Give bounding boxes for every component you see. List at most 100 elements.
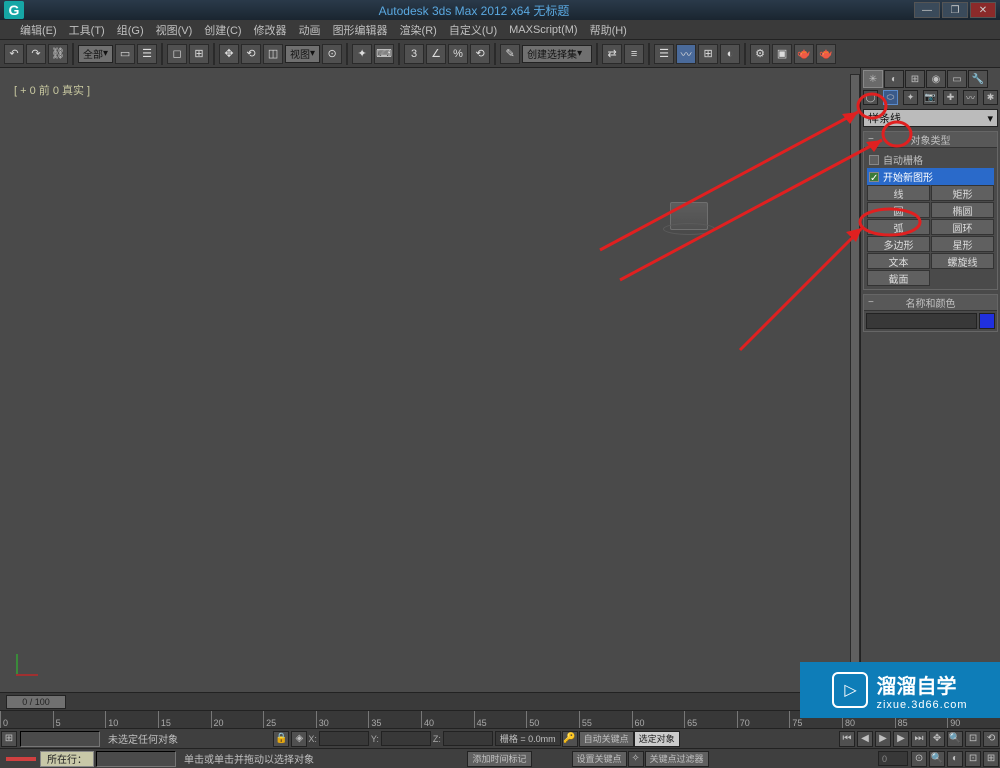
object-type-button[interactable]: 文本 [867,253,930,269]
geometry-icon[interactable]: ◯ [863,90,878,105]
render-prod-button[interactable]: 🫖 [816,44,836,64]
material-editor-button[interactable]: ◐ [720,44,740,64]
redo-button[interactable]: ↷ [26,44,46,64]
rollout-header[interactable]: 对象类型 [864,132,997,148]
lock-icon[interactable]: 🔒 [273,731,289,747]
viewport-label[interactable]: [ + 0 前 0 真实 ] [14,82,850,98]
isolate-icon[interactable]: ◈ [291,731,307,747]
rollout-header[interactable]: 名称和颜色 [864,295,997,311]
nav-max-icon[interactable]: ⊡ [965,751,981,767]
object-color-swatch[interactable] [979,313,995,329]
menu-item[interactable]: MAXScript(M) [509,24,577,36]
snap-button[interactable]: 3 [404,44,424,64]
maximize-button[interactable]: ❐ [942,2,968,18]
select-button[interactable]: ▭ [115,44,135,64]
render-frame-button[interactable]: ▣ [772,44,792,64]
menu-item[interactable]: 自定义(U) [449,22,497,38]
key-icon[interactable]: 🔑 [562,731,578,747]
keymode-button[interactable]: ⌨ [374,44,394,64]
object-type-button[interactable]: 多边形 [867,236,930,252]
viewport-scrollbar-v[interactable] [850,74,860,682]
viewport[interactable]: [ + 0 前 0 真实 ] [6,74,858,686]
menu-item[interactable]: 编辑(E) [20,22,57,38]
playback-play-icon[interactable]: ▶ [875,731,891,747]
motion-tab[interactable]: ◉ [926,70,946,88]
sel-set-combo[interactable]: 选定对象 [634,731,680,747]
hierarchy-tab[interactable]: ⊞ [905,70,925,88]
nav-fov-icon[interactable]: ◐ [947,751,963,767]
curve-editor-button[interactable]: 〰 [676,44,696,64]
create-tab[interactable]: ✳ [863,70,883,88]
render-button[interactable]: 🫖 [794,44,814,64]
z-field[interactable] [443,731,493,746]
scale-button[interactable]: ◫ [263,44,283,64]
key-mode-icon[interactable]: ✧ [628,751,644,767]
layers-button[interactable]: ☰ [654,44,674,64]
playback-end-icon[interactable]: ⏭ [911,731,927,747]
nav-orbit-icon[interactable]: ⟲ [983,731,999,747]
nav-zoom2-icon[interactable]: 🔍 [929,751,945,767]
cameras-icon[interactable]: 📷 [923,90,938,105]
rect-select-button[interactable]: ◻ [167,44,187,64]
object-type-button[interactable]: 螺旋线 [931,253,994,269]
nav-region-icon[interactable]: ⊡ [965,731,981,747]
named-sel-combo[interactable]: 创建选择集 ▾ [522,45,592,63]
lights-icon[interactable]: ✦ [903,90,918,105]
nav-max2-icon[interactable]: ⊞ [983,751,999,767]
y-field[interactable] [381,731,431,746]
object-type-button[interactable]: 线 [867,185,930,201]
close-button[interactable]: ✕ [970,2,996,18]
time-handle[interactable]: 0 / 100 [6,695,66,709]
object-name-input[interactable] [866,313,977,329]
rotate-button[interactable]: ⟲ [241,44,261,64]
menu-item[interactable]: 视图(V) [156,22,193,38]
start-shape-checkbox[interactable]: ✓开始新图形 [867,168,994,185]
auto-grid-checkbox[interactable]: 自动栅格 [867,151,994,168]
shapes-icon[interactable]: ⬭ [883,90,898,105]
link-button[interactable]: ⛓ [48,44,68,64]
angle-snap-button[interactable]: ∠ [426,44,446,64]
x-field[interactable] [319,731,369,746]
row-label[interactable]: 所在行： [40,751,94,767]
subcategory-combo[interactable]: 样条线▾ [863,109,998,127]
undo-button[interactable]: ↶ [4,44,24,64]
playback-next-icon[interactable]: ▶ [893,731,909,747]
key-filter-button[interactable]: 关键点过滤器 [645,751,709,767]
menu-item[interactable]: 动画 [299,22,321,38]
object-type-button[interactable]: 星形 [931,236,994,252]
systems-icon[interactable]: ✱ [983,90,998,105]
auto-key-button[interactable]: 自动关键点 [579,731,634,747]
set-key-button[interactable]: 设置关键点 [572,751,627,767]
move-button[interactable]: ✥ [219,44,239,64]
object-type-button[interactable]: 弧 [867,219,930,235]
menu-item[interactable]: 图形编辑器 [333,22,388,38]
utilities-tab[interactable]: 🔧 [968,70,988,88]
playback-prev-icon[interactable]: ◀ [857,731,873,747]
script-input[interactable] [96,751,176,767]
menu-item[interactable]: 渲染(R) [400,22,437,38]
named-sel-edit-button[interactable]: ✎ [500,44,520,64]
object-type-button[interactable]: 截面 [867,270,930,286]
mirror-button[interactable]: ⇄ [602,44,622,64]
spinner-snap-button[interactable]: ⟲ [470,44,490,64]
object-type-button[interactable]: 圆 [867,202,930,218]
window-crossing-button[interactable]: ⊞ [189,44,209,64]
menu-item[interactable]: 工具(T) [69,22,105,38]
pivot-button[interactable]: ⊙ [322,44,342,64]
menu-item[interactable]: 创建(C) [204,22,241,38]
modify-tab[interactable]: ◐ [884,70,904,88]
add-time-tag-button[interactable]: 添加时间标记 [467,751,531,767]
display-tab[interactable]: ▭ [947,70,967,88]
ref-coord-combo[interactable]: 视图 ▾ [285,45,320,63]
playback-start-icon[interactable]: ⏮ [839,731,855,747]
schematic-button[interactable]: ⊞ [698,44,718,64]
helpers-icon[interactable]: ✚ [943,90,958,105]
percent-snap-button[interactable]: % [448,44,468,64]
manip-button[interactable]: ✦ [352,44,372,64]
time-config-icon[interactable]: ⊙ [911,751,927,767]
object-type-button[interactable]: 椭圆 [931,202,994,218]
menu-item[interactable]: 组(G) [117,22,144,38]
align-button[interactable]: ≡ [624,44,644,64]
nav-pan-icon[interactable]: ✥ [929,731,945,747]
render-setup-button[interactable]: ⚙ [750,44,770,64]
